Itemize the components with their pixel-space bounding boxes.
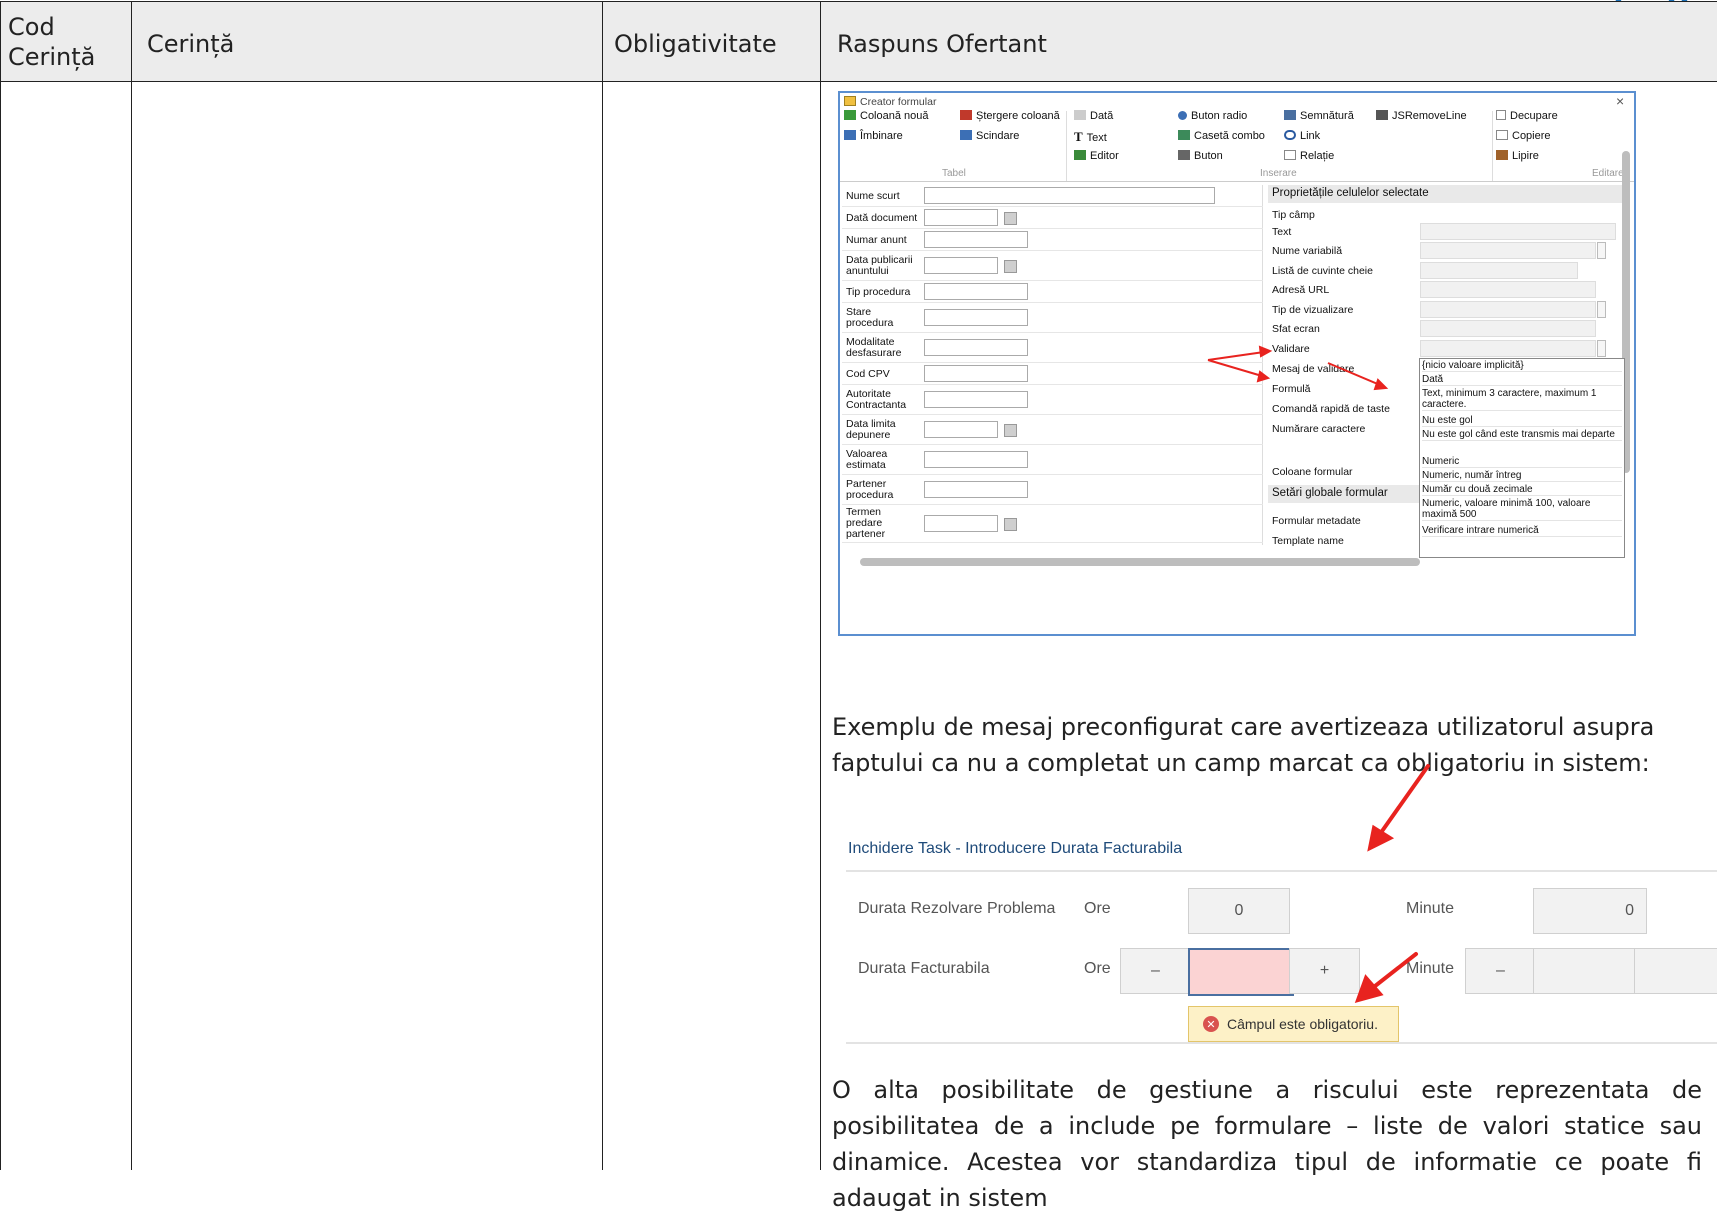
header-cod-line2: Cerință — [8, 43, 96, 71]
form-designer-screenshot: Creator formular × Coloană nouă Ștergere… — [838, 91, 1636, 636]
paragraph-risk-management: O alta posibilitate de gestiune a riscul… — [832, 1076, 1702, 1212]
header-cod-cerinta: Cod Cerință — [8, 12, 95, 72]
col-divider-3 — [820, 1, 821, 1170]
red-arrow-annotation — [1354, 764, 1430, 1003]
header-bottom-border — [0, 81, 1717, 82]
table-left-border — [0, 1, 1, 1170]
demo-bottom-divider — [846, 1042, 1717, 1044]
header-cerinta: Cerință — [147, 30, 235, 58]
table-top-border — [0, 1, 1717, 2]
red-arrows-annotation — [1207, 345, 1389, 391]
header-raspuns-ofertant: Raspuns Ofertant — [837, 30, 1047, 58]
header-obligativitate: Obligativitate — [614, 30, 777, 58]
col-divider-2 — [602, 1, 603, 1170]
error-demo-screenshot: Inchidere Task - Introducere Durata Fact… — [840, 764, 1717, 1044]
header-cod-line1: Cod — [8, 13, 55, 41]
paragraph-example-message: Exemplu de mesaj preconfigurat care aver… — [832, 713, 1655, 777]
col-divider-1 — [131, 1, 132, 1170]
